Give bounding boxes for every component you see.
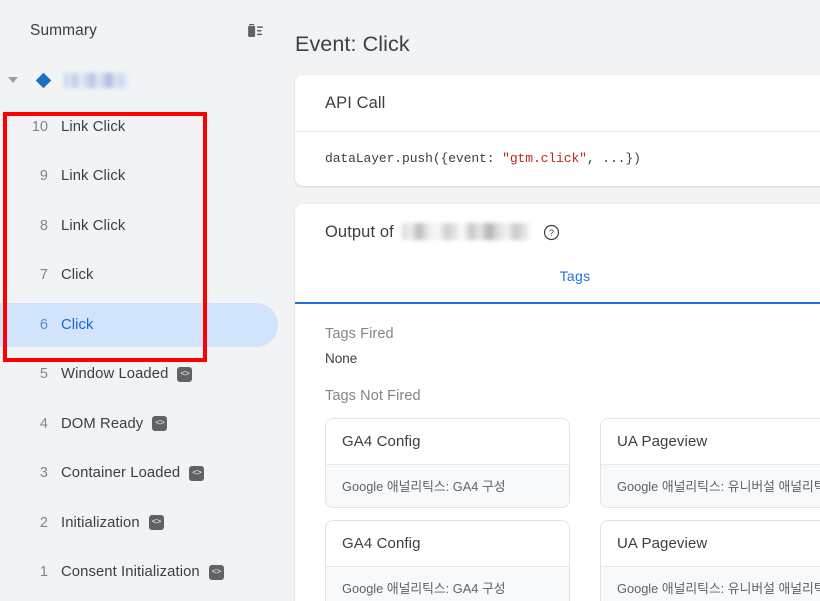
tag-card[interactable]: GA4 Config Google 애널리틱스: GA4 구성 — [325, 418, 570, 508]
output-title-prefix: Output of — [325, 223, 394, 241]
code-string-literal: "gtm.click" — [502, 151, 587, 166]
tags-fired-label: Tags Fired — [325, 326, 394, 342]
event-item-number: 9 — [39, 168, 48, 185]
tag-card-name: GA4 Config — [342, 433, 421, 450]
event-item-number: 7 — [39, 267, 48, 284]
output-title-redacted — [401, 223, 530, 240]
tag-card-name: UA Pageview — [617, 433, 708, 450]
event-item-number: 6 — [39, 316, 48, 333]
tag-card-type: Google 애널리틱스: GA4 구성 — [326, 464, 569, 507]
tags-not-fired-label: Tags Not Fired — [325, 388, 421, 404]
event-list-item[interactable]: 5 Window Loaded <> — [0, 350, 290, 400]
event-list-item[interactable]: 3 Container Loaded <> — [0, 449, 290, 499]
event-list-item[interactable]: 1 Consent Initialization <> — [0, 548, 290, 598]
event-detail-pane: Event: Click API Call dataLayer.push({ev… — [290, 0, 820, 601]
sidebar-title: Summary — [30, 22, 98, 39]
event-list-item[interactable]: 4 DOM Ready <> — [0, 399, 290, 449]
event-item-number: 4 — [39, 415, 48, 432]
svg-text:?: ? — [549, 228, 554, 238]
event-list-item[interactable]: 6 Click — [0, 300, 290, 350]
event-list-item[interactable]: 10 Link Click — [0, 102, 290, 152]
event-item-number: 5 — [39, 366, 48, 383]
api-call-card-title: API Call — [325, 94, 386, 112]
code-badge-icon: <> — [152, 416, 168, 432]
output-card: Output of ? Tags Tags Fired None Tags No… — [295, 204, 820, 601]
event-item-number: 10 — [31, 118, 48, 135]
tag-card-name: UA Pageview — [617, 535, 708, 552]
tags-fired-value: None — [325, 351, 358, 366]
event-summary-sidebar: Summary 10 Link Click 9 Link Click 8 Link Cli… — [0, 0, 290, 601]
output-card-title: Output of ? — [295, 204, 820, 260]
event-item-label: Link Click — [61, 217, 126, 234]
api-call-code: dataLayer.push({event: "gtm.click", ...}… — [295, 132, 820, 186]
trash-clear-icon[interactable] — [242, 18, 268, 44]
tags-not-fired-grid-row2: GA4 Config Google 애널리틱스: GA4 구성 UA Pagevie… — [295, 508, 820, 601]
page-title: Event: Click — [295, 32, 410, 56]
code-badge-icon: <> — [177, 366, 193, 382]
event-item-number: 8 — [39, 217, 48, 234]
event-item-number: 2 — [39, 514, 48, 531]
code-badge-icon: <> — [189, 465, 205, 481]
tag-card-type: Google 애널리틱스: 유니버설 애널리틱스 — [601, 464, 820, 507]
event-list-item[interactable]: 9 Link Click — [0, 152, 290, 202]
tag-card[interactable]: GA4 Config Google 애널리틱스: GA4 구성 — [325, 520, 570, 601]
event-list-item[interactable]: 7 Click — [0, 251, 290, 301]
caret-down-icon[interactable] — [2, 69, 24, 91]
tag-card-name: GA4 Config — [342, 535, 421, 552]
event-item-label: Link Click — [61, 168, 126, 185]
tag-card-type: Google 애널리틱스: GA4 구성 — [326, 566, 569, 601]
event-list: 10 Link Click 9 Link Click 8 Link Click 7 Click… — [0, 98, 290, 597]
container-row[interactable] — [0, 62, 290, 98]
event-item-label: Link Click — [61, 118, 126, 135]
output-tabs: Tags — [295, 260, 820, 304]
tab-active-indicator — [295, 301, 820, 304]
event-item-label: Click — [61, 267, 94, 284]
event-item-label: Window Loaded — [61, 366, 169, 383]
event-list-item[interactable]: 2 Initialization <> — [0, 498, 290, 548]
event-item-label: DOM Ready — [61, 415, 144, 432]
tag-card[interactable]: UA Pageview Google 애널리틱스: 유니버설 애널리틱스 — [600, 520, 820, 601]
code-badge-icon: <> — [208, 564, 224, 580]
event-item-number: 3 — [39, 465, 48, 482]
code-prefix: dataLayer.push({event: — [325, 151, 503, 166]
container-name-redacted — [64, 72, 128, 88]
code-badge-icon: <> — [148, 515, 164, 531]
tag-card[interactable]: UA Pageview Google 애널리틱스: 유니버설 애널리틱스 — [600, 418, 820, 508]
gtm-preview-window: Summary 10 Link Click 9 Link Click 8 Link Cli… — [0, 0, 820, 601]
tag-card-type: Google 애널리틱스: 유니버설 애널리틱스 — [601, 566, 820, 601]
sidebar-header: Summary — [0, 0, 290, 62]
code-suffix: , ...}) — [586, 151, 641, 166]
diamond-icon — [32, 69, 54, 91]
event-item-label: Click — [61, 316, 94, 333]
event-item-label: Consent Initialization — [61, 564, 200, 581]
event-item-number: 1 — [39, 564, 48, 581]
tags-not-fired-grid: GA4 Config Google 애널리틱스: GA4 구성 UA Pagevie… — [295, 404, 820, 508]
event-item-label: Initialization — [61, 514, 140, 531]
tab-tags[interactable]: Tags — [295, 268, 820, 284]
event-list-item[interactable]: 8 Link Click — [0, 201, 290, 251]
event-item-label: Container Loaded — [61, 465, 181, 482]
help-circle-icon[interactable]: ? — [543, 224, 560, 241]
api-call-card: API Call dataLayer.push({event: "gtm.cli… — [295, 75, 820, 186]
